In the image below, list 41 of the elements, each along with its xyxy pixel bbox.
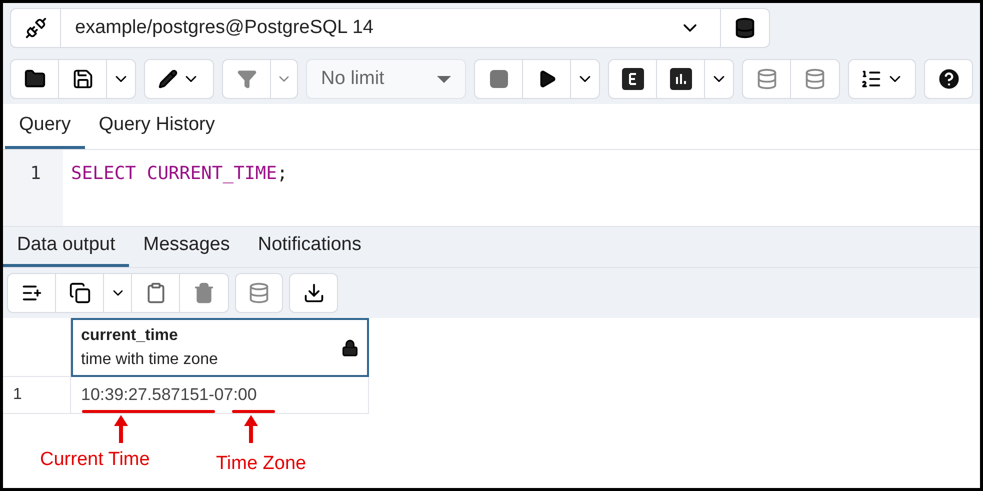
plug-icon — [24, 17, 46, 39]
caret-icon — [437, 76, 451, 82]
stop-icon — [490, 70, 508, 88]
tab[interactable]: Query History — [84, 104, 229, 149]
pencil-dropdown-button[interactable] — [144, 59, 214, 99]
filter-icon — [236, 69, 256, 89]
connection-value: example/postgres@PostgreSQL 14 — [74, 16, 374, 40]
download-button[interactable] — [289, 273, 338, 313]
bar-chart-icon — [670, 68, 692, 90]
pencil-icon — [158, 69, 178, 89]
database-icon — [756, 68, 778, 90]
database-icon — [734, 17, 756, 39]
tab[interactable]: Messages — [129, 227, 244, 267]
arrow-icon — [113, 415, 129, 443]
save-data-button[interactable] — [235, 273, 283, 313]
arrow-icon — [243, 415, 259, 443]
code-line: SELECT CURRENT_TIME; — [70, 162, 288, 186]
annotation-label: Current Time — [40, 448, 150, 472]
column-type: time with time zone — [81, 350, 218, 370]
list-dropdown-button[interactable] — [848, 59, 916, 99]
save-icon — [72, 68, 94, 90]
row-number: 1 — [3, 377, 71, 414]
column-name: current_time — [81, 326, 179, 346]
tab[interactable]: Notifications — [244, 227, 376, 267]
copy-icon — [68, 282, 90, 304]
line-number: 1 — [3, 150, 63, 226]
tab[interactable]: Data output — [3, 227, 130, 267]
explain-icon — [622, 68, 644, 90]
underline — [232, 410, 275, 413]
annotation-label: Time Zone — [216, 452, 306, 476]
numbered-list-icon — [860, 68, 882, 90]
help-button[interactable] — [924, 59, 973, 99]
folder-icon — [24, 68, 46, 90]
limit-select[interactable]: No limit — [306, 59, 466, 99]
database-play-button[interactable] — [721, 8, 770, 48]
column-header[interactable]: current_time time with time zone — [71, 318, 369, 377]
trash-icon — [193, 282, 215, 304]
database-icon — [248, 282, 270, 304]
download-icon — [302, 282, 324, 304]
database-icon — [804, 68, 826, 90]
connection-select[interactable]: example/postgres@PostgreSQL 14 — [10, 8, 721, 48]
